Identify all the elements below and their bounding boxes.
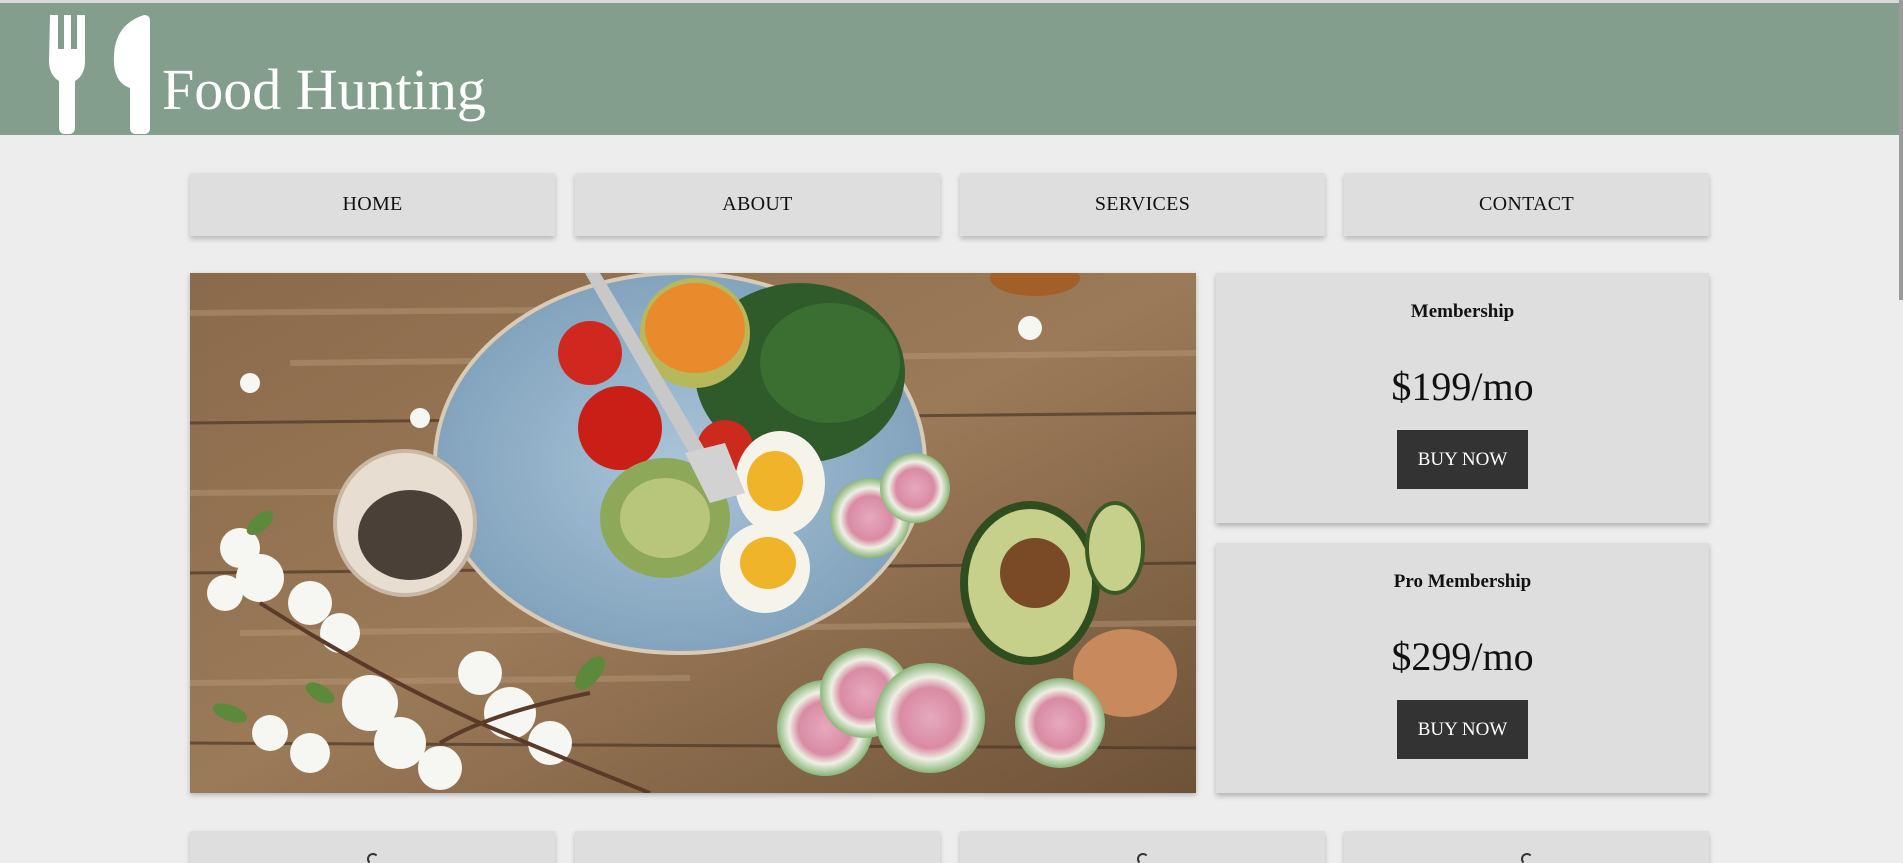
site-title: Food Hunting <box>162 57 486 122</box>
feature-box <box>190 831 555 863</box>
nav-contact[interactable]: CONTACT <box>1344 173 1709 236</box>
pricing-card-membership: Membership $199/mo BUY NOW <box>1216 273 1709 523</box>
pricing-card-pro-membership: Pro Membership $299/mo BUY NOW <box>1216 543 1709 793</box>
site-header: Food Hunting <box>0 0 1903 135</box>
fork-knife-icon[interactable] <box>48 11 152 134</box>
nav-services[interactable]: SERVICES <box>960 173 1325 236</box>
buy-now-button[interactable]: BUY NOW <box>1397 430 1528 489</box>
pricing-title: Membership <box>1410 301 1515 322</box>
nav-home[interactable]: HOME <box>190 173 555 236</box>
pricing-price: $299/mo <box>1391 634 1534 679</box>
feature-box <box>1344 831 1709 863</box>
page-scrollbar[interactable] <box>1899 0 1903 300</box>
feature-icon <box>1136 853 1149 863</box>
feature-icon <box>1520 853 1533 863</box>
feature-box <box>575 831 940 863</box>
buy-now-button[interactable]: BUY NOW <box>1397 700 1528 759</box>
pricing-title: Pro Membership <box>1393 571 1532 592</box>
pricing-price: $199/mo <box>1391 364 1534 409</box>
feature-icon <box>366 853 379 863</box>
nav-about[interactable]: ABOUT <box>575 173 940 236</box>
feature-box <box>960 831 1325 863</box>
hero-image <box>190 273 1196 793</box>
